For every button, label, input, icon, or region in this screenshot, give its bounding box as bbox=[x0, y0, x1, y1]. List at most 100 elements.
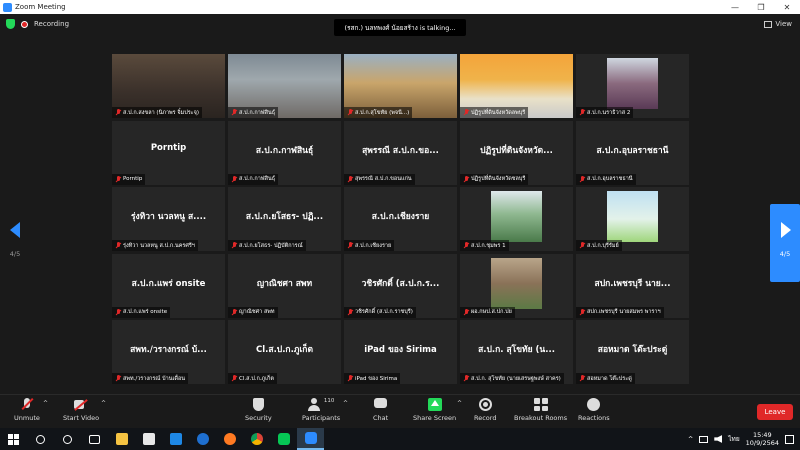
participant-tile[interactable]: ปฏิรูปที่ดินจังหวัด... ปฏิรูปที่ดินจังหวั… bbox=[460, 120, 573, 185]
notifications-icon[interactable] bbox=[785, 434, 794, 444]
system-tray: ^ ไทย 15:49 10/9/2564 bbox=[688, 431, 800, 447]
participant-label-text: ส.ป.ก.เชียงราย bbox=[355, 242, 392, 249]
participant-display-name: Cl.ส.ป.ก.ภูเก็ต bbox=[256, 345, 313, 355]
participant-tile[interactable]: สพท./วรางกรณ์ บ้... สพท./วรางกรณ์ บ้านเดื… bbox=[112, 320, 225, 384]
mic-muted-icon bbox=[115, 109, 121, 116]
participant-tile[interactable]: ส.ป.ก.บุรีรัมย์ bbox=[576, 187, 689, 251]
video-options-caret[interactable]: ^ bbox=[101, 400, 106, 407]
participant-label-text: สปก.เพชรบุรี นายสมพร พาราฯ bbox=[587, 309, 661, 315]
participant-tile[interactable]: ส.ป.ก.เชียงราย ส.ป.ก.เชียงราย bbox=[344, 187, 457, 251]
taskbar-firefox[interactable] bbox=[216, 428, 243, 450]
share-screen-icon bbox=[427, 398, 442, 411]
record-icon bbox=[478, 398, 492, 411]
participant-tile[interactable]: ญาณิชศา สพท ญาณิชศา สพท bbox=[228, 253, 341, 318]
participant-name-label: สุพรรณี ส.ป.ก.ขอนแก่น bbox=[344, 173, 415, 185]
mic-muted-icon bbox=[347, 375, 353, 382]
minimize-button[interactable]: — bbox=[722, 0, 748, 14]
participant-display-name: สปก.เพชรบุรี นาย... bbox=[594, 278, 671, 289]
taskbar-store[interactable] bbox=[135, 428, 162, 450]
chrome-icon bbox=[250, 433, 263, 445]
camera-off-icon bbox=[74, 398, 88, 411]
participant-tile[interactable]: ส.ป.ก. สุโขทัย (น... ส.ป.ก. สุโขทัย (นายเ… bbox=[460, 320, 573, 384]
participant-tile[interactable]: สุพรรณี ส.ป.ก.ขอ... สุพรรณี ส.ป.ก.ขอนแก่น bbox=[344, 120, 457, 185]
record-button[interactable]: Record bbox=[474, 398, 496, 422]
window-title: Zoom Meeting bbox=[15, 3, 66, 11]
close-button[interactable]: ✕ bbox=[774, 0, 800, 14]
record-label: Record bbox=[474, 414, 497, 422]
audio-options-caret[interactable]: ^ bbox=[43, 400, 48, 407]
participant-tile[interactable]: ส.ป.ก.สงขลา (นิภาพร จิ๋มประจุ) bbox=[112, 54, 225, 118]
participant-tile[interactable]: ส.ป.ก.กาฬสินธุ์ bbox=[228, 54, 341, 118]
security-button[interactable]: Security bbox=[245, 398, 272, 422]
taskbar-zoom[interactable] bbox=[297, 428, 324, 450]
network-icon[interactable] bbox=[699, 435, 709, 443]
participant-tile[interactable]: สปก.เพชรบุรี นาย... สปก.เพชรบุรี นายสมพร … bbox=[576, 253, 689, 318]
participant-video bbox=[491, 191, 542, 242]
taskbar-line[interactable] bbox=[270, 428, 297, 450]
maximize-button[interactable]: ❐ bbox=[748, 0, 774, 14]
participants-button[interactable]: 110 Participants bbox=[302, 398, 340, 422]
participant-label-text: สุพรรณี ส.ป.ก.ขอนแก่น bbox=[355, 176, 412, 182]
next-page-button[interactable]: 4/5 bbox=[770, 204, 800, 282]
volume-icon[interactable] bbox=[714, 435, 723, 443]
share-screen-button[interactable]: Share Screen bbox=[413, 398, 456, 422]
mic-muted-icon bbox=[579, 375, 585, 382]
cortana-icon bbox=[63, 434, 72, 444]
breakout-rooms-button[interactable]: Breakout Rooms bbox=[514, 398, 567, 422]
participant-label-text: ผอ.กษป.ส.ปก.ปย bbox=[471, 309, 512, 315]
firefox-icon bbox=[223, 433, 236, 445]
reactions-button[interactable]: Reactions bbox=[578, 398, 610, 422]
input-language[interactable]: ไทย bbox=[728, 434, 739, 444]
share-options-caret[interactable]: ^ bbox=[457, 400, 462, 407]
security-label: Security bbox=[245, 414, 272, 422]
view-button[interactable]: View bbox=[764, 20, 792, 28]
participant-tile[interactable]: รุ่งทิวา นวลหนู ส.... รุ่งทิวา นวลหนู ส.ป… bbox=[112, 187, 225, 251]
tray-overflow-chevron[interactable]: ^ bbox=[688, 435, 693, 443]
participant-name-label: ส.ป.ก.แพร่ onsite bbox=[112, 306, 171, 318]
taskbar-explorer[interactable] bbox=[108, 428, 135, 450]
leave-button[interactable]: Leave bbox=[757, 404, 793, 420]
participant-tile[interactable]: วชิรศักดิ์ (ส.ป.ก.ร... วชิรศักดิ์ (ส.ป.ก.… bbox=[344, 253, 457, 318]
taskbar-mail[interactable] bbox=[162, 428, 189, 450]
participant-tile[interactable]: ส.ป.ก.แพร่ onsite ส.ป.ก.แพร่ onsite bbox=[112, 253, 225, 318]
participant-tile[interactable]: ผอ.กษป.ส.ปก.ปย bbox=[460, 253, 573, 318]
start-video-button[interactable]: Start Video bbox=[63, 398, 99, 422]
task-view-button[interactable] bbox=[81, 428, 108, 450]
mic-muted-icon bbox=[347, 175, 353, 183]
participant-tile[interactable]: ส.ป.ก.สุโขทัย (พจนี...) bbox=[344, 54, 457, 118]
taskbar-edge[interactable] bbox=[189, 428, 216, 450]
security-shield-icon[interactable] bbox=[6, 19, 15, 29]
search-button[interactable] bbox=[27, 428, 54, 450]
participant-tile[interactable]: สอหมาด โต๊ะประดู่ สอหมาด โต๊ะประดู่ bbox=[576, 320, 689, 384]
participant-label-text: ส.ป.ก.ชุมพร 1 bbox=[471, 242, 506, 249]
participant-tile[interactable]: ส.ป.ก.ยโสธร- ปฏิ... ส.ป.ก.ยโสธร- ปฏิบัติก… bbox=[228, 187, 341, 251]
view-label: View bbox=[775, 20, 792, 28]
clock[interactable]: 15:49 10/9/2564 bbox=[746, 431, 779, 447]
meeting-status: Recording bbox=[6, 19, 69, 29]
unmute-button[interactable]: Unmute bbox=[14, 398, 40, 422]
page-indicator-left: 4/5 bbox=[9, 250, 21, 258]
start-button[interactable] bbox=[0, 428, 27, 450]
chat-button[interactable]: Chat bbox=[373, 398, 388, 422]
participant-tile[interactable]: ปฏิรูปที่ดินจังหวัดลพบุรี bbox=[460, 54, 573, 118]
participant-tile[interactable]: ส.ป.ก.อุบลราชธานี ส.ป.ก.อุบลราชธานี bbox=[576, 120, 689, 185]
participant-label-text: ส.ป.ก. สุโขทัย (นายเสรษฐพงษ์ สาคร) bbox=[471, 375, 561, 382]
participant-label-text: สพท./วรางกรณ์ บ้านเดื่อน bbox=[123, 375, 186, 382]
participant-label-text: Cl.ส.ป.ก.ภูเก็ต bbox=[239, 375, 274, 382]
taskbar-chrome[interactable] bbox=[243, 428, 270, 450]
participants-options-caret[interactable]: ^ bbox=[343, 400, 348, 407]
active-speaker-banner: (รสก.) นลทพงศ์ น้อยสร้าง is talking... bbox=[334, 19, 466, 36]
participant-tile[interactable]: Porntip Porntip bbox=[112, 120, 225, 185]
participant-tile[interactable]: ส.ป.ก.ชุมพร 1 bbox=[460, 187, 573, 251]
participant-tile[interactable]: iPad ของ Sirima iPad ของ Sirima bbox=[344, 320, 457, 384]
windows-taskbar: ^ ไทย 15:49 10/9/2564 bbox=[0, 428, 800, 450]
participant-tile[interactable]: ส.ป.ก.นราธิวาส 2 bbox=[576, 54, 689, 118]
participant-tile[interactable]: ส.ป.ก.กาฬสินธุ์ ส.ป.ก.กาฬสินธุ์ bbox=[228, 120, 341, 185]
mic-muted-icon bbox=[231, 109, 237, 116]
previous-page-button[interactable]: 4/5 bbox=[0, 204, 30, 282]
cortana-button[interactable] bbox=[54, 428, 81, 450]
participant-name-label: ญาณิชศา สพท bbox=[228, 306, 278, 318]
participant-display-name: ส.ป.ก.เชียงราย bbox=[371, 212, 430, 222]
participant-display-name: วชิรศักดิ์ (ส.ป.ก.ร... bbox=[361, 278, 440, 289]
participant-tile[interactable]: Cl.ส.ป.ก.ภูเก็ต Cl.ส.ป.ก.ภูเก็ต bbox=[228, 320, 341, 384]
